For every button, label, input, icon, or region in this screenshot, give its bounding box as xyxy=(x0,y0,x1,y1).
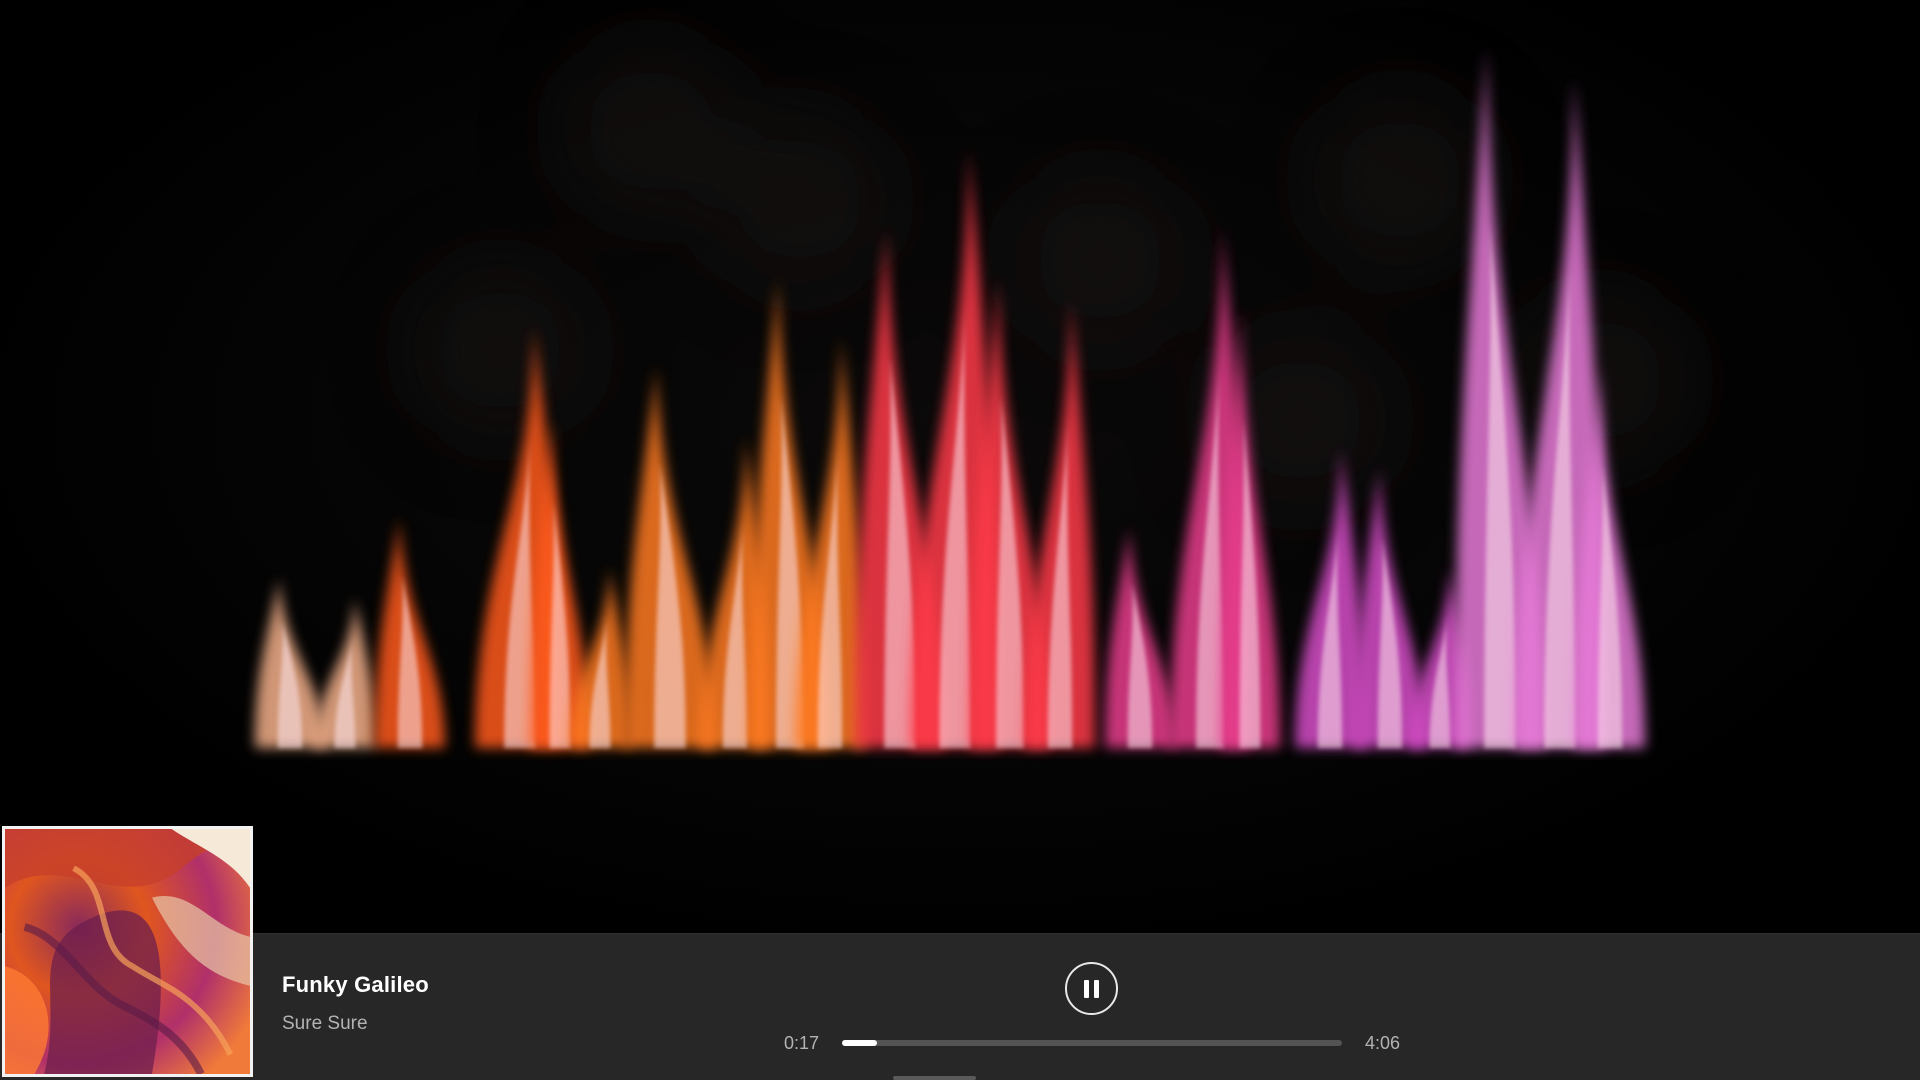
smoke-wisp xyxy=(1010,170,1190,350)
album-art[interactable] xyxy=(2,826,253,1077)
album-cover-image xyxy=(5,829,250,1074)
flame xyxy=(625,368,715,748)
visualizer-stage xyxy=(0,0,1920,933)
progress-bar[interactable] xyxy=(842,1040,1342,1046)
flame-visualizer xyxy=(255,40,1690,748)
smoke-wisp xyxy=(560,40,740,220)
flame xyxy=(255,578,325,748)
smoke-wisp xyxy=(410,260,590,440)
smoke-wisp xyxy=(1310,90,1490,270)
play-pause-button[interactable] xyxy=(1065,962,1118,1015)
flame xyxy=(1105,528,1175,748)
track-title[interactable]: Funky Galileo xyxy=(282,972,429,998)
flame xyxy=(315,598,375,748)
resize-handle[interactable] xyxy=(893,1076,976,1080)
time-elapsed: 0:17 xyxy=(784,1033,820,1053)
time-total: 4:06 xyxy=(1365,1033,1401,1053)
now-playing-bar xyxy=(0,933,1920,1080)
progress-fill xyxy=(842,1040,877,1046)
track-artist[interactable]: Sure Sure xyxy=(282,1013,368,1035)
pause-icon xyxy=(1084,979,1099,998)
flame xyxy=(375,518,445,748)
flame xyxy=(1025,298,1095,748)
